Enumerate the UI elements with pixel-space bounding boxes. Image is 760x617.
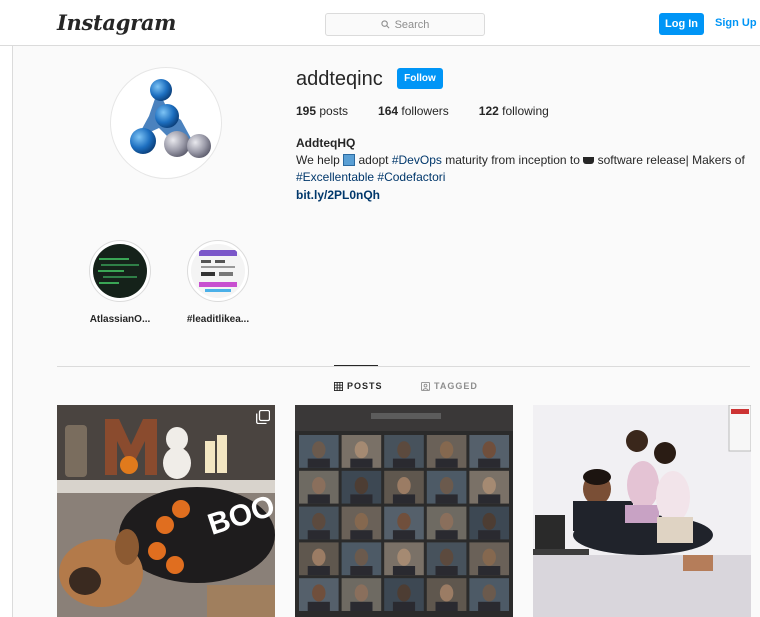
video-tile [426,470,467,504]
highlight-ring [89,240,151,302]
profile-username: addteqinc [296,68,383,90]
posts-stat: 195 posts [296,104,348,118]
video-tile [299,542,339,576]
profile-website-link[interactable]: bit.ly/2PL0nQh [296,188,380,202]
tagged-icon [421,381,430,391]
grid-icon [334,381,343,391]
video-tile [384,435,424,468]
profile-stats: 195 posts 164 followers 122 following [296,104,549,118]
post-thumbnail[interactable]: BOO [57,405,275,617]
video-tile [341,578,382,611]
video-tile [384,578,424,611]
post-image-dog-halloween: BOO [57,405,275,617]
following-label: following [498,104,549,118]
video-tile [341,542,382,576]
instagram-logo[interactable]: Instagram [57,10,176,35]
highlight-label: AtlassianO... [89,314,151,325]
video-tile [384,506,424,540]
tab-posts-label: POSTS [347,381,383,391]
video-tile [426,542,467,576]
video-tile [341,470,382,504]
hashtag-link[interactable]: #Codefactori [377,170,445,184]
hashtag-link[interactable]: #Excellentable [296,170,374,184]
search-placeholder: Search [394,18,430,31]
posts-count: 195 [296,104,317,118]
video-tile [341,506,382,540]
post-thumbnail[interactable] [295,405,513,617]
video-tile [469,506,509,540]
ship-icon [583,157,595,164]
story-highlight[interactable]: #leaditlikea... [185,240,251,325]
posts-label: posts [316,104,349,118]
tab-tagged-label: TAGGED [434,381,478,391]
video-tile [384,470,424,504]
office-building-icon [343,154,356,166]
addteq-logo-icon [130,79,211,158]
video-tile [341,435,382,468]
highlight-cover [191,244,245,298]
highlight-label: #leaditlikea... [186,314,250,325]
video-tile [469,470,509,504]
video-tile [469,542,509,576]
highlight-cover [93,244,147,298]
bio-text: We help [296,153,344,167]
tab-posts[interactable]: POSTS [334,381,383,391]
video-tile [469,435,509,468]
hashtag-link[interactable]: #DevOps [392,153,442,167]
following-count: 122 [478,104,499,118]
follow-button[interactable]: Follow [397,68,443,89]
post-thumbnail[interactable] [533,405,751,617]
video-tile [426,435,467,468]
story-highlight[interactable]: AtlassianO... [87,240,153,325]
tab-tagged[interactable]: TAGGED [421,381,478,391]
bio-text: software release| Makers of [594,153,745,167]
profile-avatar[interactable] [110,67,222,179]
followers-label: followers [398,104,449,118]
search-input[interactable]: Search [325,13,485,36]
search-icon [380,20,390,29]
bio-text: adopt [355,153,392,167]
active-tab-indicator [334,365,378,366]
video-tile [426,506,467,540]
video-tile [469,578,509,611]
signup-link[interactable]: Sign Up [715,17,757,29]
video-tile [299,578,339,611]
followers-count: 164 [378,104,399,118]
following-stat[interactable]: 122 following [479,104,549,118]
video-tile [299,435,339,468]
tabs-divider [57,366,750,367]
post-image-video-call [295,405,513,617]
video-tile [299,506,339,540]
top-nav: Instagram Search Log In Sign Up [0,0,760,46]
login-button[interactable]: Log In [659,13,704,35]
bio-text: maturity from inception to [441,153,584,167]
highlight-ring [187,240,249,302]
video-tile [426,578,467,611]
post-image-family-play [533,405,751,617]
profile-bio: We help adopt #DevOps maturity from ince… [296,152,756,186]
video-tile [299,470,339,504]
video-tile [384,542,424,576]
followers-stat[interactable]: 164 followers [378,104,449,118]
multi-image-icon [256,410,270,424]
profile-full-name: AddteqHQ [296,136,356,150]
